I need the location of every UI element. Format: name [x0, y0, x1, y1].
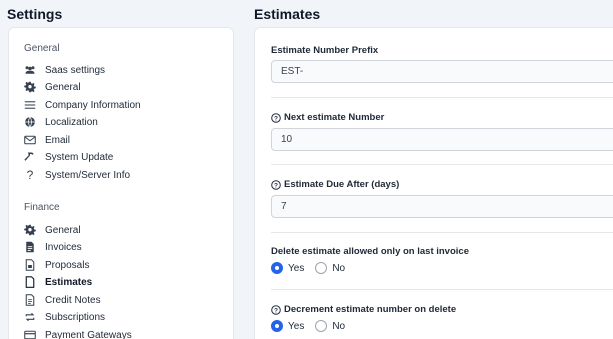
divider	[271, 232, 613, 233]
divider	[271, 164, 613, 165]
divider	[271, 97, 613, 98]
sidebar-item-label: Credit Notes	[45, 294, 101, 306]
radio-checked[interactable]	[271, 262, 283, 274]
credit-card-icon	[24, 329, 36, 339]
sidebar-item-label: Payment Gateways	[45, 329, 132, 339]
sidebar-item-general[interactable]: General	[24, 79, 224, 95]
sidebar-item-system-server-info[interactable]: ? System/Server Info	[24, 167, 224, 183]
sidebar-item-payment-gateways[interactable]: Payment Gateways	[24, 327, 224, 339]
question-circle-icon: ?	[271, 112, 281, 123]
estimate-due-after-input[interactable]	[271, 195, 613, 218]
decrement-number-label-text: Decrement estimate number on delete	[284, 304, 457, 315]
delete-last-no-option[interactable]: No	[315, 262, 345, 274]
sidebar-item-label: Email	[45, 134, 71, 146]
radio-label: No	[332, 320, 346, 332]
sidebar-item-label: Invoices	[45, 241, 82, 253]
sidebar-item-label: Estimates	[45, 276, 93, 288]
sidebar-item-saas-settings[interactable]: Saas settings	[24, 62, 224, 78]
decrement-yes-option[interactable]: Yes	[271, 320, 304, 332]
estimate-prefix-label-text: Estimate Number Prefix	[271, 45, 379, 56]
sidebar-item-label: Proposals	[45, 259, 90, 271]
file-invoice-icon	[24, 241, 36, 253]
estimates-settings-panel: Estimate Number Prefix ? Next estimate N…	[254, 27, 613, 339]
svg-text:?: ?	[274, 307, 278, 314]
bars-icon	[24, 99, 36, 111]
sidebar-item-label: Subscriptions	[45, 311, 106, 323]
sidebar-item-label: Company Information	[45, 99, 141, 111]
sidebar-item-email[interactable]: Email	[24, 132, 224, 148]
svg-text:?: ?	[274, 115, 278, 122]
delete-last-label-text: Delete estimate allowed only on last inv…	[271, 246, 469, 257]
settings-heading: Settings	[7, 6, 63, 22]
radio-checked[interactable]	[271, 320, 283, 332]
delete-last-yes-option[interactable]: Yes	[271, 262, 304, 274]
file-text-icon	[24, 259, 36, 271]
estimates-heading: Estimates	[254, 6, 321, 22]
sidebar-item-localization[interactable]: Localization	[24, 114, 224, 130]
sidebar-item-label: System Update	[45, 151, 114, 163]
sidebar-item-estimates[interactable]: Estimates	[24, 274, 224, 290]
sidebar-item-label: Localization	[45, 116, 98, 128]
estimate-prefix-input[interactable]	[271, 60, 613, 83]
radio-label: Yes	[288, 262, 305, 274]
delete-last-radio-group: Yes No	[271, 262, 356, 274]
divider	[271, 289, 613, 290]
delete-last-label: Delete estimate allowed only on last inv…	[271, 246, 469, 257]
sidebar-item-credit-notes[interactable]: Credit Notes	[24, 292, 224, 308]
radio-label: Yes	[288, 320, 305, 332]
file-icon	[24, 276, 36, 288]
question-circle-icon: ?	[271, 304, 281, 315]
sidebar-item-subscriptions[interactable]: Subscriptions	[24, 309, 224, 325]
radio-label: No	[332, 262, 346, 274]
sidebar-group-finance: Finance	[24, 202, 60, 213]
estimate-prefix-label: Estimate Number Prefix	[271, 45, 378, 56]
next-estimate-number-label: ? Next estimate Number	[271, 112, 384, 123]
question-icon: ?	[26, 168, 34, 182]
envelope-icon	[24, 134, 36, 146]
sidebar-item-label: Saas settings	[45, 64, 106, 76]
sidebar-item-finance-general[interactable]: General	[24, 222, 224, 238]
sidebar-group-general: General	[24, 43, 60, 54]
sidebar-item-system-update[interactable]: System Update	[24, 149, 224, 165]
gear-icon	[24, 81, 36, 93]
repeat-icon	[24, 311, 36, 323]
sidebar-item-proposals[interactable]: Proposals	[24, 257, 224, 273]
svg-text:?: ?	[274, 182, 278, 189]
radio-unchecked[interactable]	[315, 320, 328, 332]
hammer-icon	[24, 151, 36, 163]
sidebar-item-label: General	[45, 224, 81, 236]
radio-unchecked[interactable]	[315, 262, 328, 274]
estimate-due-after-label: ? Estimate Due After (days)	[271, 179, 399, 190]
settings-sidebar: General Saas settings General Company In…	[8, 27, 234, 339]
users-icon	[24, 64, 36, 76]
sidebar-item-label: System/Server Info	[45, 169, 131, 181]
file-lines-icon	[24, 294, 36, 306]
decrement-radio-group: Yes No	[271, 320, 356, 332]
gear-icon	[24, 224, 36, 236]
decrement-number-label: ? Decrement estimate number on delete	[271, 304, 456, 315]
decrement-no-option[interactable]: No	[315, 320, 345, 332]
question-circle-icon: ?	[271, 179, 281, 190]
estimate-due-after-label-text: Estimate Due After (days)	[284, 179, 400, 190]
sidebar-item-company-information[interactable]: Company Information	[24, 97, 224, 113]
globe-icon	[24, 116, 36, 128]
next-estimate-number-label-text: Next estimate Number	[284, 112, 385, 123]
sidebar-item-invoices[interactable]: Invoices	[24, 239, 224, 255]
sidebar-item-label: General	[45, 81, 81, 93]
next-estimate-number-input[interactable]	[271, 128, 613, 151]
